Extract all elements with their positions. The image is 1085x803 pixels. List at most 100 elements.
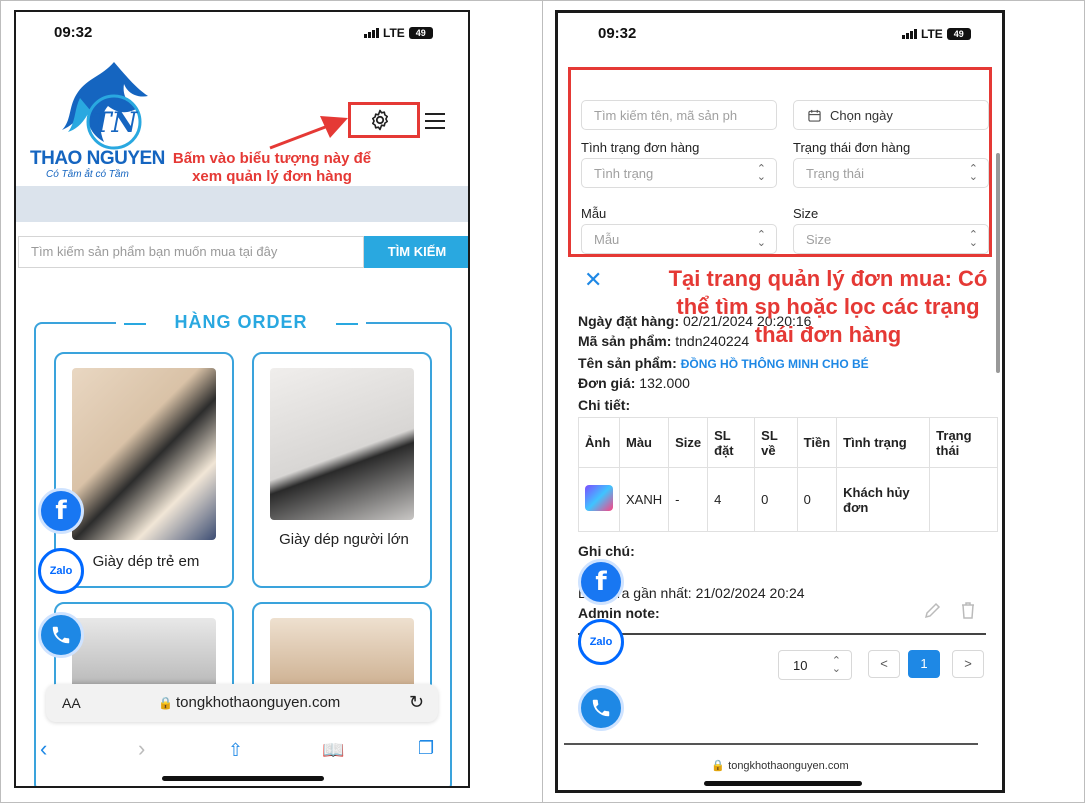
section-title: HÀNG ORDER xyxy=(116,312,366,333)
admin-note-label: Admin note: xyxy=(578,605,660,621)
browser-url: tongkhothaonguyen.com xyxy=(176,694,341,711)
forward-icon[interactable]: › xyxy=(138,736,145,762)
category-image xyxy=(270,368,414,520)
browser-address-bar[interactable]: AA 🔒 tongkhothaonguyen.com ↻ xyxy=(46,684,438,722)
banner-strip xyxy=(16,186,468,222)
tabs-icon[interactable]: ❐ xyxy=(418,738,434,759)
detail-label: Chi tiết: xyxy=(578,397,631,413)
col-state: Trạng thái xyxy=(929,417,998,468)
annotation-filter-hint: Tại trang quản lý đơn mua: Có thể tìm sp… xyxy=(668,266,988,347)
order-state-select[interactable]: Trạng thái ⌃ ⌄ xyxy=(793,158,989,188)
bottom-separator xyxy=(564,743,978,745)
status-time: 09:32 xyxy=(54,24,93,41)
logo-wordmark: THAO NGUYEN xyxy=(30,148,165,169)
product-search-input[interactable]: Tìm kiếm sản phẩm bạn muốn mua tại đây xyxy=(18,236,364,268)
color-label: Mẫu xyxy=(581,206,607,221)
status-bar: 09:32 LTE 49 xyxy=(16,12,468,56)
phone-order-management: 09:32 LTE 49 Tìm kiếm tên, mã sản ph Chọ… xyxy=(555,10,1005,793)
browser-toolbar: ‹ › ⇧ 📖 ❐ xyxy=(16,728,468,768)
filter-highlight-box: Tìm kiếm tên, mã sản ph Chọn ngày Tình t… xyxy=(568,67,992,257)
reload-icon[interactable]: ↻ xyxy=(409,692,424,713)
search-button[interactable]: TÌM KIẾM xyxy=(364,236,468,268)
annotation-settings-hint: Bấm vào biểu tượng này để xem quản lý đơ… xyxy=(172,150,372,185)
home-indicator xyxy=(704,781,862,786)
unit-price: Đơn giá: 132.000 xyxy=(578,375,690,391)
page-1-button[interactable]: 1 xyxy=(908,650,940,678)
col-qty-received: SL về xyxy=(754,417,798,468)
cell-state xyxy=(929,467,998,532)
category-caption: Giày dép người lớn xyxy=(279,531,409,548)
home-indicator xyxy=(162,776,324,781)
product-thumbnail-cell xyxy=(578,467,620,532)
order-status-label: Tình trạng đơn hàng xyxy=(581,140,700,155)
order-state-label: Trạng thái đơn hàng xyxy=(793,140,911,155)
call-button[interactable] xyxy=(38,612,84,658)
order-detail-table: Ảnh Màu Size SL đặt SL về Tiền Tình trạn… xyxy=(578,417,998,532)
size-label: Size xyxy=(793,206,819,221)
bookmarks-icon[interactable]: 📖 xyxy=(322,740,344,761)
signal-icon xyxy=(902,29,917,39)
status-indicators: LTE 49 xyxy=(902,27,971,41)
col-size: Size xyxy=(668,417,709,468)
facebook-button[interactable]: f xyxy=(38,488,84,534)
category-card-adult-shoes[interactable]: Giày dép người lớn xyxy=(252,352,432,588)
admin-note-field[interactable] xyxy=(578,633,986,635)
facebook-button[interactable]: f xyxy=(578,559,624,605)
select-chevron-icon: ⌃ ⌄ xyxy=(756,229,766,249)
size-select[interactable]: Size ⌃ ⌄ xyxy=(793,224,989,254)
logo-tagline: Có Tâm ắt có Tầm xyxy=(46,169,129,180)
hamburger-menu-icon[interactable] xyxy=(425,113,445,129)
product-thumbnail[interactable] xyxy=(585,485,613,511)
svg-text:TN: TN xyxy=(91,106,139,139)
order-status-select[interactable]: Tình trạng ⌃ ⌄ xyxy=(581,158,777,188)
phone-icon xyxy=(52,626,70,644)
select-chevron-icon: ⌃ ⌄ xyxy=(968,163,978,183)
network-label: LTE xyxy=(921,27,943,41)
status-time: 09:32 xyxy=(598,25,637,42)
cell-size: - xyxy=(668,467,709,532)
prev-page-button[interactable]: < xyxy=(868,650,900,678)
battery-icon: 49 xyxy=(408,27,433,39)
back-icon[interactable]: ‹ xyxy=(40,736,47,762)
select-chevron-icon: ⌃ ⌄ xyxy=(968,229,978,249)
cell-status: Khách hủy đơn xyxy=(836,467,931,532)
text-size-button[interactable]: AA xyxy=(62,695,81,711)
category-caption: Giày dép trẻ em xyxy=(92,553,200,570)
network-label: LTE xyxy=(383,26,405,40)
select-chevron-icon: ⌃ ⌄ xyxy=(831,655,841,675)
phone-icon xyxy=(592,699,610,717)
col-qty-ordered: SL đặt xyxy=(707,417,756,468)
category-card-kids-shoes[interactable]: Giày dép trẻ em xyxy=(54,352,234,588)
order-search-input[interactable]: Tìm kiếm tên, mã sản ph xyxy=(581,100,777,130)
note-label: Ghi chú: xyxy=(578,543,635,559)
close-icon[interactable]: ✕ xyxy=(584,267,602,293)
date-picker[interactable]: Chọn ngày xyxy=(793,100,989,130)
share-icon[interactable]: ⇧ xyxy=(228,740,243,761)
cell-qty-ordered: 4 xyxy=(707,467,756,532)
cell-qty-received: 0 xyxy=(754,467,798,532)
color-select[interactable]: Mẫu ⌃ ⌄ xyxy=(581,224,777,254)
zalo-button[interactable]: Zalo xyxy=(38,548,84,594)
lock-icon: 🔒 xyxy=(711,760,726,772)
table-row: XANH - 4 0 0 Khách hủy đơn xyxy=(578,467,998,532)
status-bar: 09:32 LTE 49 xyxy=(558,13,1002,57)
trash-icon[interactable] xyxy=(960,601,976,619)
browser-url: 🔒 tongkhothaonguyen.com xyxy=(711,760,849,772)
next-page-button[interactable]: > xyxy=(952,650,984,678)
product-name: Tên sản phẩm: ĐỒNG HỒ THÔNG MINH CHO BÉ xyxy=(578,355,869,371)
date-picker-label: Chọn ngày xyxy=(830,108,893,123)
calendar-icon xyxy=(808,109,821,122)
edit-icon[interactable] xyxy=(924,601,942,619)
product-search: Tìm kiếm sản phẩm bạn muốn mua tại đây T… xyxy=(16,236,468,268)
gear-icon[interactable] xyxy=(368,108,392,132)
zalo-button[interactable]: Zalo xyxy=(578,619,624,665)
page-size-select[interactable]: 10 ⌃ ⌄ xyxy=(778,650,852,680)
col-status: Tình trạng xyxy=(836,417,931,468)
call-button[interactable] xyxy=(578,685,624,731)
status-indicators: LTE 49 xyxy=(364,26,433,40)
category-image xyxy=(72,368,216,540)
product-name-link[interactable]: ĐỒNG HỒ THÔNG MINH CHO BÉ xyxy=(681,357,869,371)
signal-icon xyxy=(364,28,379,38)
scrollbar[interactable] xyxy=(996,153,1000,373)
col-color: Màu xyxy=(618,417,670,468)
